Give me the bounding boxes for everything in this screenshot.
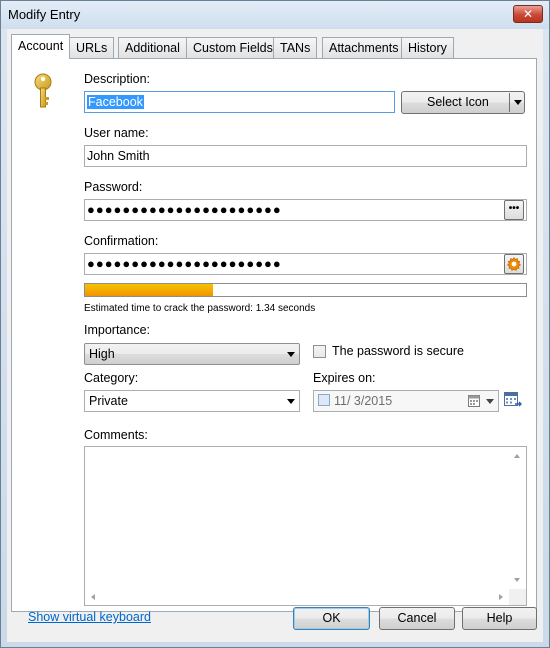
select-icon-button[interactable]: Select Icon <box>401 91 525 114</box>
vertical-scrollbar[interactable] <box>509 447 526 589</box>
category-select[interactable]: Private <box>84 390 300 412</box>
tab-attachments[interactable]: Attachments <box>322 37 406 58</box>
show-virtual-keyboard-link[interactable]: Show virtual keyboard <box>28 610 151 624</box>
chevron-down-icon <box>287 352 295 357</box>
select-icon-label: Select Icon <box>427 95 489 109</box>
importance-value: High <box>89 347 115 361</box>
tab-custom-fields[interactable]: Custom Fields <box>186 37 280 58</box>
reveal-password-button[interactable]: ••• <box>504 200 524 220</box>
scroll-down-icon[interactable] <box>514 578 520 582</box>
scroll-up-icon[interactable] <box>514 454 520 458</box>
tab-urls[interactable]: URLs <box>69 37 115 58</box>
tab-additional[interactable]: Additional <box>118 37 187 58</box>
importance-select[interactable]: High <box>84 343 300 365</box>
password-strength-bar <box>84 283 527 297</box>
chevron-down-icon <box>287 399 295 404</box>
tab-history[interactable]: History <box>401 37 454 58</box>
chevron-down-icon[interactable] <box>486 399 494 404</box>
title-bar[interactable]: Modify Entry ✕ <box>1 1 549 29</box>
scroll-right-icon[interactable] <box>499 594 503 600</box>
comments-textarea[interactable] <box>84 446 527 606</box>
username-input[interactable]: John Smith <box>84 145 527 167</box>
description-input[interactable]: Facebook <box>84 91 395 113</box>
username-label: User name: <box>84 126 149 140</box>
comments-label: Comments: <box>84 428 148 442</box>
ok-button[interactable]: OK <box>293 607 370 630</box>
password-secure-label[interactable]: The password is secure <box>332 344 464 358</box>
confirmation-input[interactable]: ●●●●●●●●●●●●●●●●●●●●●● <box>84 253 527 275</box>
password-secure-checkbox[interactable] <box>313 345 326 358</box>
key-icon <box>34 73 52 108</box>
password-label: Password: <box>84 180 143 194</box>
password-strength-fill <box>85 284 213 296</box>
modify-entry-window: Modify Entry ✕ Account URLs Additional C… <box>0 0 550 648</box>
expires-enabled-checkbox[interactable] <box>318 394 330 406</box>
settings-gear-icon <box>507 256 521 271</box>
password-generator-button[interactable] <box>504 254 524 274</box>
expires-label: Expires on: <box>313 371 376 385</box>
calendar-picker-icon[interactable] <box>504 392 522 409</box>
category-label: Category: <box>84 371 139 385</box>
expires-value: 11/ 3/2015 <box>334 394 393 408</box>
expires-date-input[interactable]: 11/ 3/2015 <box>313 390 499 412</box>
tab-account[interactable]: Account <box>11 34 71 59</box>
scroll-left-icon[interactable] <box>91 594 95 600</box>
dialog-body: Account URLs Additional Custom Fields TA… <box>7 29 543 642</box>
description-label: Description: <box>84 72 150 86</box>
close-button[interactable]: ✕ <box>513 5 543 23</box>
description-value: Facebook <box>87 95 144 109</box>
help-button[interactable]: Help <box>462 607 537 630</box>
importance-label: Importance: <box>84 323 151 337</box>
tab-tans[interactable]: TANs <box>273 37 318 58</box>
calendar-icon[interactable] <box>468 395 480 407</box>
chevron-down-icon[interactable] <box>514 100 522 105</box>
category-value: Private <box>89 394 128 408</box>
cancel-button[interactable]: Cancel <box>379 607 455 630</box>
crack-time-text: Estimated time to crack the password: 1.… <box>84 303 316 314</box>
horizontal-scrollbar[interactable] <box>85 589 509 605</box>
password-input[interactable]: ●●●●●●●●●●●●●●●●●●●●●● <box>84 199 527 221</box>
account-tab-panel: Description: Facebook Select Icon User n… <box>11 58 537 612</box>
confirmation-label: Confirmation: <box>84 234 159 248</box>
scrollbar-corner <box>509 589 526 605</box>
window-title: Modify Entry <box>8 7 81 22</box>
